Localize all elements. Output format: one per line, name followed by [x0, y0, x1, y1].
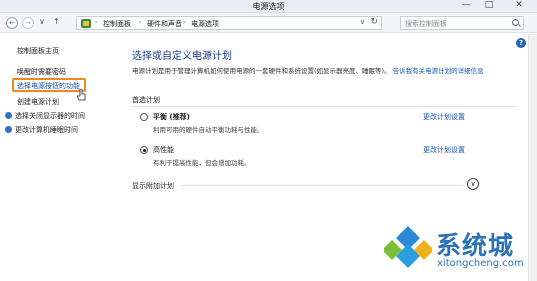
back-button[interactable]: ←: [6, 17, 18, 29]
plan-balanced-desc: 利用可用的硬件自动平衡功耗与性能。: [153, 126, 264, 134]
forward-button[interactable]: →: [22, 17, 34, 29]
recent-pages-button[interactable]: ∨: [39, 17, 45, 26]
search-box[interactable]: [400, 16, 524, 30]
expand-additional-plans-button[interactable]: ∨: [467, 178, 479, 190]
up-button[interactable]: ↑: [53, 17, 60, 26]
plan-high-performance-name[interactable]: 高性能: [153, 145, 174, 155]
description-text: 电源计划是用于管理计算机如何使用电源的一套硬件和系统设置(如显示器亮度、睡眠等)…: [132, 67, 391, 75]
sidebar-item-create-plan[interactable]: 创建电源计划: [17, 97, 59, 107]
preferred-plans-label: 首选计划: [132, 96, 160, 104]
minimize-button[interactable]: —: [455, 0, 477, 12]
maximize-button[interactable]: □: [478, 0, 500, 12]
section-divider: [132, 106, 517, 107]
watermark-brand: 系统城: [436, 231, 515, 260]
plan-balanced-radio[interactable]: [140, 113, 148, 121]
scrollbar[interactable]: [528, 34, 537, 281]
plan-balanced-settings-link[interactable]: 更改计划设置: [423, 112, 465, 122]
sidebar-item-display-off[interactable]: 选择关闭显示器的时间: [5, 111, 85, 121]
power-shield-icon: [5, 112, 12, 119]
search-input[interactable]: [405, 19, 505, 28]
sidebar-item-label: 更改计算机睡眠时间: [15, 126, 78, 134]
title-bar: 电源选项 — □ ✕: [0, 0, 537, 13]
plan-high-performance-radio[interactable]: [140, 146, 148, 154]
hand-cursor-icon: [77, 89, 86, 101]
breadcrumb-control-panel[interactable]: 控制面板: [103, 19, 131, 29]
sidebar-home-link[interactable]: 控制面板主页: [17, 46, 59, 56]
watermark-logo-icon: [384, 226, 432, 268]
section-divider: [181, 185, 463, 186]
plan-high-performance-settings-link[interactable]: 更改计划设置: [423, 145, 465, 155]
control-panel-icon: [81, 19, 91, 28]
address-bar[interactable]: › 控制面板 › 硬件和声音 › 电源选项 ∨ ↻: [76, 16, 382, 30]
address-dropdown-icon[interactable]: ∨: [360, 18, 365, 26]
sidebar-item-sleep-time[interactable]: 更改计算机睡眠时间: [5, 125, 78, 135]
search-icon[interactable]: [512, 19, 519, 26]
close-button[interactable]: ✕: [503, 0, 535, 12]
breadcrumb-hardware-sound[interactable]: 硬件和声音: [147, 19, 182, 29]
breadcrumb-separator: ›: [139, 19, 142, 26]
sidebar-item-power-button[interactable]: 选择电源按钮的功能: [17, 81, 80, 91]
breadcrumb-separator: ›: [183, 19, 186, 26]
page-description: 电源计划是用于管理计算机如何使用电源的一套硬件和系统设置(如显示器亮度、睡眠等)…: [132, 67, 512, 76]
sidebar: 控制面板主页 唤醒时需要密码 选择电源按钮的功能 创建电源计划 选择关闭显示器的…: [0, 34, 120, 281]
sidebar-item-wake-password[interactable]: 唤醒时需要密码: [17, 67, 66, 77]
page-title: 选择或自定义电源计划: [132, 51, 232, 62]
plan-balanced-name[interactable]: 平衡 (推荐): [153, 112, 190, 122]
breadcrumb-power-options[interactable]: 电源选项: [191, 19, 219, 29]
refresh-icon[interactable]: ↻: [370, 17, 378, 27]
sidebar-item-label: 选择关闭显示器的时间: [15, 112, 85, 120]
breadcrumb-separator: ›: [95, 19, 98, 26]
description-link[interactable]: 告诉我有关电源计划的详细信息: [393, 67, 484, 75]
watermark-url: xitongcheng.com: [437, 258, 524, 269]
help-icon[interactable]: ?: [516, 38, 526, 48]
power-shield-icon: [5, 126, 12, 133]
plan-high-performance-desc: 有利于提高性能，但会增加功耗。: [153, 159, 251, 167]
address-row: ← → ∨ ↑ › 控制面板 › 硬件和声音 › 电源选项 ∨ ↻: [0, 13, 537, 33]
show-additional-plans-label[interactable]: 显示附加计划: [132, 181, 174, 191]
